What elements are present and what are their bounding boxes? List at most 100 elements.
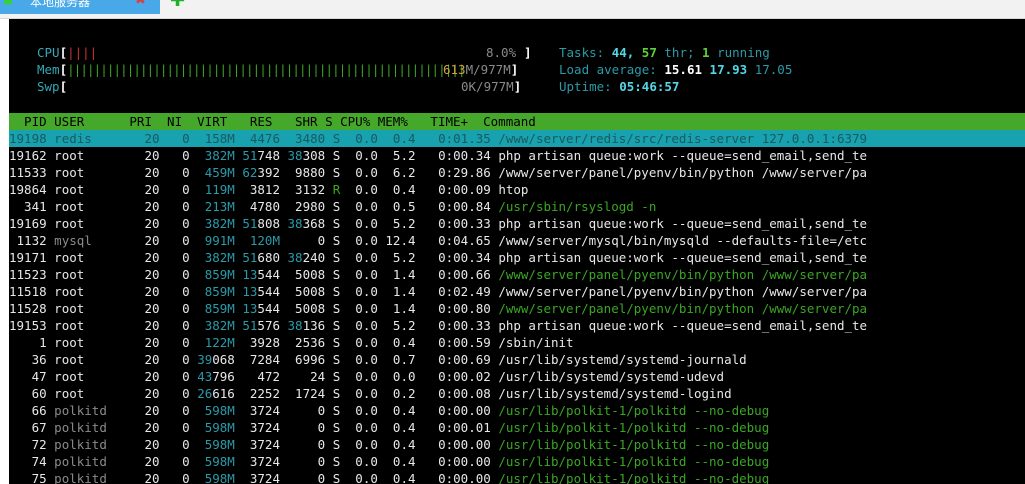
process-row[interactable]: 47 root 20 0 43796 472 24 S 0.0 0.0 0:00… xyxy=(9,368,725,385)
process-row[interactable]: 36 root 20 0 39068 7284 6996 S 0.0 0.7 0… xyxy=(9,351,747,368)
cell-virt: 26616 xyxy=(197,386,235,401)
cell-shr: 1724 xyxy=(287,386,326,401)
cell-command: php artisan queue:work --queue=send_emai… xyxy=(498,216,868,231)
process-row[interactable]: 66 polkitd 20 0 598M 3724 0 S 0.0 0.4 0:… xyxy=(9,402,770,419)
cell-cpu-percent: 0.0 xyxy=(347,284,378,299)
cell-priority: 20 xyxy=(129,250,160,265)
cell-time: 0:00.00 xyxy=(423,403,491,418)
process-row[interactable]: 1 root 20 0 122M 3928 2536 S 0.0 0.4 0:0… xyxy=(9,334,573,351)
cell-priority: 20 xyxy=(129,437,160,452)
process-row[interactable]: 11533 root 20 0 459M 62392 9880 S 0.0 6.… xyxy=(9,164,867,181)
cell-state: S xyxy=(332,165,341,180)
cell-res: 472 xyxy=(242,369,280,384)
cell-state: S xyxy=(332,335,341,350)
running-label: running xyxy=(717,45,770,60)
cell-res: 13544 xyxy=(242,267,280,282)
terminal-window[interactable]: CPU[|||| 8.0% ] Mem[||||||||||||||||||||… xyxy=(9,19,1025,484)
cell-time: 0:29.86 xyxy=(423,165,491,180)
cell-shr: 38308 xyxy=(287,148,326,163)
cell-state: S xyxy=(332,233,341,248)
cell-virt: 122M xyxy=(197,335,235,350)
cell-command: php artisan queue:work --queue=send_emai… xyxy=(498,318,868,333)
add-tab-icon[interactable]: ✚ xyxy=(170,0,185,10)
cell-res: 3724 xyxy=(242,471,280,484)
tab-local-server[interactable]: 本地服务器 ✖ xyxy=(0,0,160,14)
cpu-label: CPU xyxy=(37,45,60,60)
process-row[interactable]: 1132 mysql 20 0 991M 120M 0 S 0.0 12.4 0… xyxy=(9,232,868,249)
cell-time: 0:00.84 xyxy=(423,199,491,214)
cell-shr: 6996 xyxy=(287,352,326,367)
mem-meter: Mem[||||||||||||||||||||||||||||||||||||… xyxy=(37,61,466,78)
cell-priority: 20 xyxy=(129,148,160,163)
cell-pid: 11533 xyxy=(9,165,47,180)
cell-nice: 0 xyxy=(167,454,190,469)
cell-virt: 158M xyxy=(197,131,235,146)
cell-cpu-percent: 0.0 xyxy=(347,454,378,469)
process-row[interactable]: 11518 root 20 0 859M 13544 5008 S 0.0 1.… xyxy=(9,283,867,300)
cell-pid: 1 xyxy=(9,335,47,350)
cell-user: root xyxy=(54,284,122,299)
process-row[interactable]: 341 root 20 0 213M 4780 2980 S 0.0 0.5 0… xyxy=(9,198,656,215)
cell-pid: 341 xyxy=(9,199,47,214)
close-icon[interactable]: ✖ xyxy=(135,0,146,8)
process-row[interactable]: 19864 root 20 0 119M 3812 3132 R 0.0 0.4… xyxy=(9,181,528,198)
cell-pid: 19169 xyxy=(9,216,47,231)
cell-user: polkitd xyxy=(54,454,122,469)
process-row[interactable]: 19162 root 20 0 382M 51748 38308 S 0.0 5… xyxy=(9,147,867,164)
cell-shr: 5008 xyxy=(287,284,326,299)
cell-shr: 9880 xyxy=(287,165,326,180)
cell-priority: 20 xyxy=(129,335,160,350)
cell-time: 0:00.08 xyxy=(423,386,491,401)
process-row[interactable]: 19153 root 20 0 382M 51576 38136 S 0.0 5… xyxy=(9,317,867,334)
process-row[interactable]: 67 polkitd 20 0 598M 3724 0 S 0.0 0.4 0:… xyxy=(9,419,770,436)
process-row[interactable]: 72 polkitd 20 0 598M 3724 0 S 0.0 0.4 0:… xyxy=(9,436,770,453)
cell-shr: 38136 xyxy=(287,318,326,333)
process-row[interactable]: 19169 root 20 0 382M 51808 38368 S 0.0 5… xyxy=(9,215,867,232)
cell-res: 51680 xyxy=(242,250,280,265)
tasks-count: 44, xyxy=(611,45,635,60)
uptime-value: 05:46:57 xyxy=(619,79,680,94)
cell-res: 2252 xyxy=(242,386,280,401)
mem-total: M/977M xyxy=(465,62,511,77)
cell-res: 3724 xyxy=(242,403,280,418)
mem-bar: ||||||||||||||||||||||||||||||||||||||||… xyxy=(67,62,465,77)
cell-virt: 598M xyxy=(197,437,235,452)
process-row-selected[interactable]: 19198 redis 20 0 158M 4476 3480 S 0.0 0.… xyxy=(9,130,1025,147)
cpu-meter: CPU[|||| xyxy=(37,44,97,61)
cell-state: S xyxy=(332,318,341,333)
cell-command: php artisan queue:work --queue=send_emai… xyxy=(498,148,868,163)
cell-nice: 0 xyxy=(167,216,190,231)
cell-time: 0:00.09 xyxy=(423,182,491,197)
cell-virt: 598M xyxy=(197,403,235,418)
process-row[interactable]: 19171 root 20 0 382M 51680 38240 S 0.0 5… xyxy=(9,249,867,266)
cell-state: S xyxy=(332,386,341,401)
process-row[interactable]: 74 polkitd 20 0 598M 3724 0 S 0.0 0.4 0:… xyxy=(9,453,770,470)
process-table-header[interactable]: PID USER PRI NI VIRT RES SHR S CPU% MEM%… xyxy=(9,113,1025,130)
threads-count: 57 xyxy=(641,45,657,60)
cell-nice: 0 xyxy=(167,250,190,265)
cell-nice: 0 xyxy=(167,233,190,248)
cell-pid: 19171 xyxy=(9,250,47,265)
cell-time: 0:00.34 xyxy=(423,250,491,265)
cell-pid: 72 xyxy=(9,437,47,452)
process-row[interactable]: 11528 root 20 0 859M 13544 5008 S 0.0 1.… xyxy=(9,300,867,317)
process-row[interactable]: 75 polkitd 20 0 598M 3724 0 S 0.0 0.4 0:… xyxy=(9,470,770,484)
cell-cpu-percent: 0.0 xyxy=(347,386,378,401)
cell-nice: 0 xyxy=(167,199,190,214)
cell-time: 0:04.65 xyxy=(423,233,491,248)
process-row[interactable]: 60 root 20 0 26616 2252 1724 S 0.0 0.2 0… xyxy=(9,385,732,402)
cell-command: htop xyxy=(498,182,529,197)
swp-value-wrap: 0K/977M] xyxy=(461,78,521,95)
cell-state: S xyxy=(332,131,341,146)
cell-res: 3724 xyxy=(242,437,280,452)
cell-cpu-percent: 0.0 xyxy=(347,182,378,197)
cell-command: /usr/lib/systemd/systemd-udevd xyxy=(498,369,725,384)
cell-pid: 66 xyxy=(9,403,47,418)
cell-mem-percent: 1.4 xyxy=(385,267,416,282)
cell-time: 0:00.00 xyxy=(423,437,491,452)
cell-priority: 20 xyxy=(129,420,160,435)
cell-state: S xyxy=(332,471,341,484)
cell-time: 0:00.00 xyxy=(423,471,491,484)
process-row[interactable]: 11523 root 20 0 859M 13544 5008 S 0.0 1.… xyxy=(9,266,867,283)
cell-virt: 119M xyxy=(197,182,235,197)
